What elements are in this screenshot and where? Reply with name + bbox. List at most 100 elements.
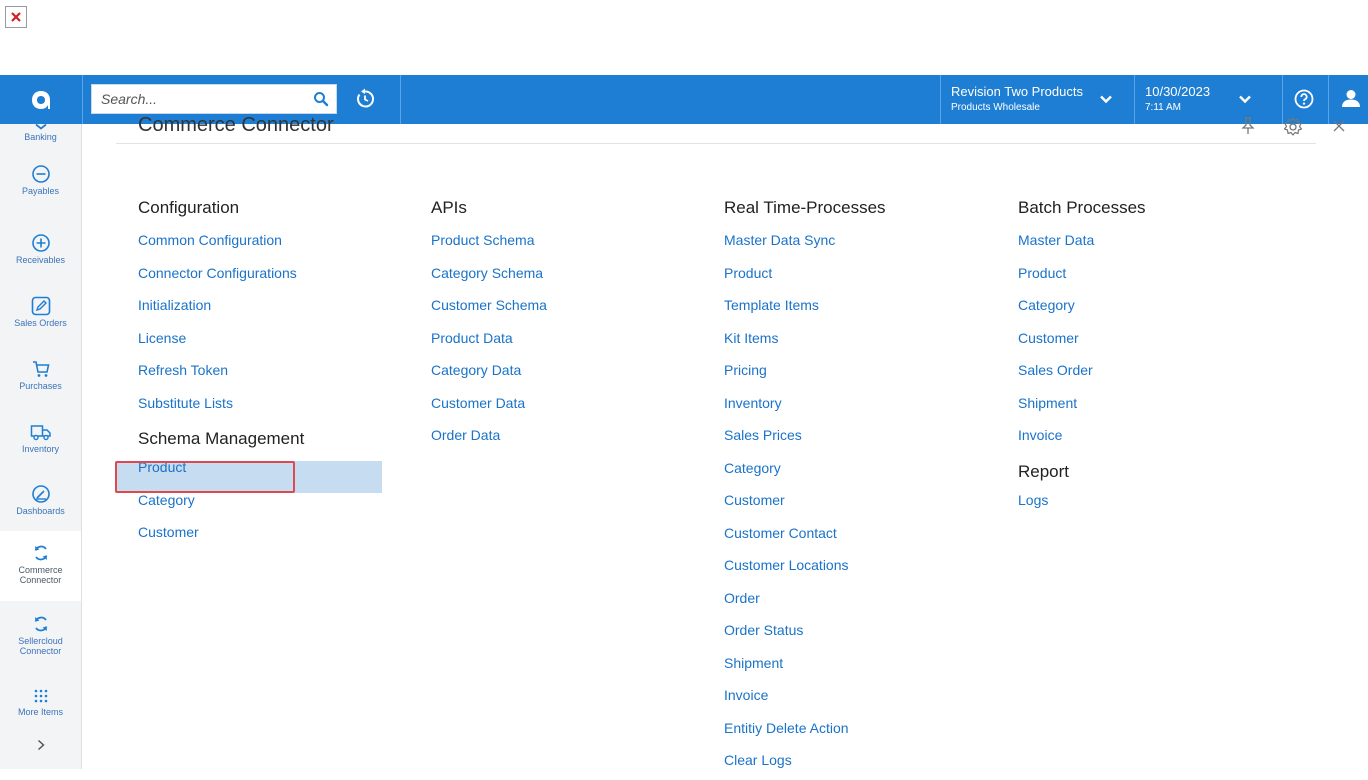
menu-link[interactable]: Shipment [724,650,886,683]
menu-column-configuration: Configuration Common Configuration Conne… [138,195,304,552]
menu-link[interactable]: Connector Configurations [138,260,304,293]
menu-link[interactable]: Category [724,455,886,488]
column-heading: Batch Processes [1018,198,1146,217]
sidebar-item-commerce-connector[interactable]: Commerce Connector [0,531,81,601]
column-heading: Real Time-Processes [724,198,886,217]
separator [82,75,83,124]
menu-link[interactable]: Entitiy Delete Action [724,715,886,748]
pin-icon[interactable] [1240,116,1256,136]
column-subheading: Schema Management [138,429,305,448]
menu-link[interactable]: Sales Order [1018,357,1146,390]
menu-link[interactable]: Invoice [1018,422,1146,455]
menu-link[interactable]: Pricing [724,357,886,390]
search-input[interactable] [92,85,306,113]
menu-link[interactable]: Invoice [724,682,886,715]
menu-link[interactable]: Category Schema [431,260,547,293]
sidebar-item-label: Purchases [19,381,62,391]
search-box [91,84,337,114]
branch-subname: Products Wholesale [951,102,1040,113]
user-icon[interactable] [1338,86,1364,112]
menu-link[interactable]: Template Items [724,292,886,325]
menu-link[interactable]: Customer [1018,325,1146,358]
sidebar-item-label: Dashboards [16,506,65,516]
menu-link[interactable]: Product [724,260,886,293]
date-selector[interactable]: 10/30/2023 7:11 AM [1134,75,1282,124]
broken-image-icon [5,6,27,28]
chevron-down-icon [1238,92,1252,111]
branch-name: Revision Two Products [951,84,1083,99]
business-time: 7:11 AM [1145,102,1181,113]
menu-link[interactable]: Category [1018,292,1146,325]
menu-link[interactable]: Sales Prices [724,422,886,455]
menu-link[interactable]: Refresh Token [138,357,304,390]
menu-link[interactable]: Clear Logs [724,747,886,780]
sidebar: Banking Payables Receivables Sales Order… [0,124,82,769]
separator [1328,75,1329,124]
separator [400,75,401,124]
business-date: 10/30/2023 [1145,84,1211,99]
divider [116,143,1316,144]
panel-title: Commerce Connector [138,114,334,136]
menu-link[interactable]: Category Data [431,357,547,390]
menu-link[interactable]: Customer [724,487,886,520]
sidebar-item-purchases[interactable]: Purchases [0,359,81,403]
menu-link[interactable]: Product Data [431,325,547,358]
sync-icon [34,616,47,632]
chevron-down-icon [1099,92,1113,111]
sync-icon [34,545,47,561]
menu-link[interactable]: Common Configuration [138,227,304,260]
app-logo[interactable] [0,75,82,124]
menu-link[interactable]: Order Data [431,422,547,455]
sidebar-item-sellercloud-connector[interactable]: Sellercloud Connector [0,614,81,660]
menu-link[interactable]: License [138,325,304,358]
menu-link[interactable]: Inventory [724,390,886,423]
highlight-outline [115,461,295,493]
sidebar-item-sales-orders[interactable]: Sales Orders [0,296,81,340]
sidebar-item-inventory[interactable]: Inventory [0,422,81,466]
menu-link[interactable]: Customer [138,519,304,552]
sidebar-item-more-items[interactable]: More Items [0,687,81,727]
logo-icon [32,90,50,109]
help-icon[interactable] [1292,87,1316,111]
sidebar-item-label: More Items [17,707,63,717]
menu-link[interactable]: Master Data Sync [724,227,886,260]
sidebar-item-banking[interactable]: Banking [0,124,81,148]
sidebar-item-receivables[interactable]: Receivables [0,233,81,277]
menu-link[interactable]: Product [1018,260,1146,293]
menu-link[interactable]: Customer Contact [724,520,886,553]
sidebar-item-label: Payables [21,186,60,196]
column-heading: Configuration [138,198,240,217]
menu-link[interactable]: Order [724,585,886,618]
menu-link[interactable]: Kit Items [724,325,886,358]
menu-link[interactable]: Logs [1018,487,1146,520]
menu-link[interactable]: Substitute Lists [138,390,304,423]
column-subheading: Report [1018,461,1070,481]
chevron-down-icon [34,124,47,130]
close-icon[interactable] [1330,117,1348,135]
sidebar-expand-button[interactable] [0,738,81,760]
sidebar-item-label: Commerce Connector [18,565,63,585]
menu-link[interactable]: Order Status [724,617,886,650]
menu-column-apis: APIs Product Schema Category Schema Cust… [431,195,547,455]
menu-link[interactable]: Customer Schema [431,292,547,325]
sidebar-item-label: Sales Orders [14,318,67,328]
gear-icon[interactable] [1282,116,1304,138]
branch-selector[interactable]: Revision Two Products Products Wholesale [940,75,1134,124]
history-icon[interactable] [352,86,378,112]
menu-link[interactable]: Shipment [1018,390,1146,423]
menu-link[interactable]: Initialization [138,292,304,325]
sidebar-item-dashboards[interactable]: Dashboards [0,484,81,528]
column-heading: APIs [431,198,467,217]
search-icon[interactable] [312,90,330,108]
menu-column-real-time-processes: Real Time-Processes Master Data Sync Pro… [724,195,886,780]
menu-column-batch-processes: Batch Processes Master Data Product Cate… [1018,195,1146,519]
menu-link[interactable]: Product Schema [431,227,547,260]
sidebar-item-label: Inventory [21,444,60,454]
gauge-icon [31,485,50,503]
minus-circle-icon [31,165,50,183]
cart-icon [32,361,49,377]
sidebar-item-payables[interactable]: Payables [0,164,81,208]
menu-link[interactable]: Customer Locations [724,552,886,585]
menu-link[interactable]: Customer Data [431,390,547,423]
menu-link[interactable]: Master Data [1018,227,1146,260]
